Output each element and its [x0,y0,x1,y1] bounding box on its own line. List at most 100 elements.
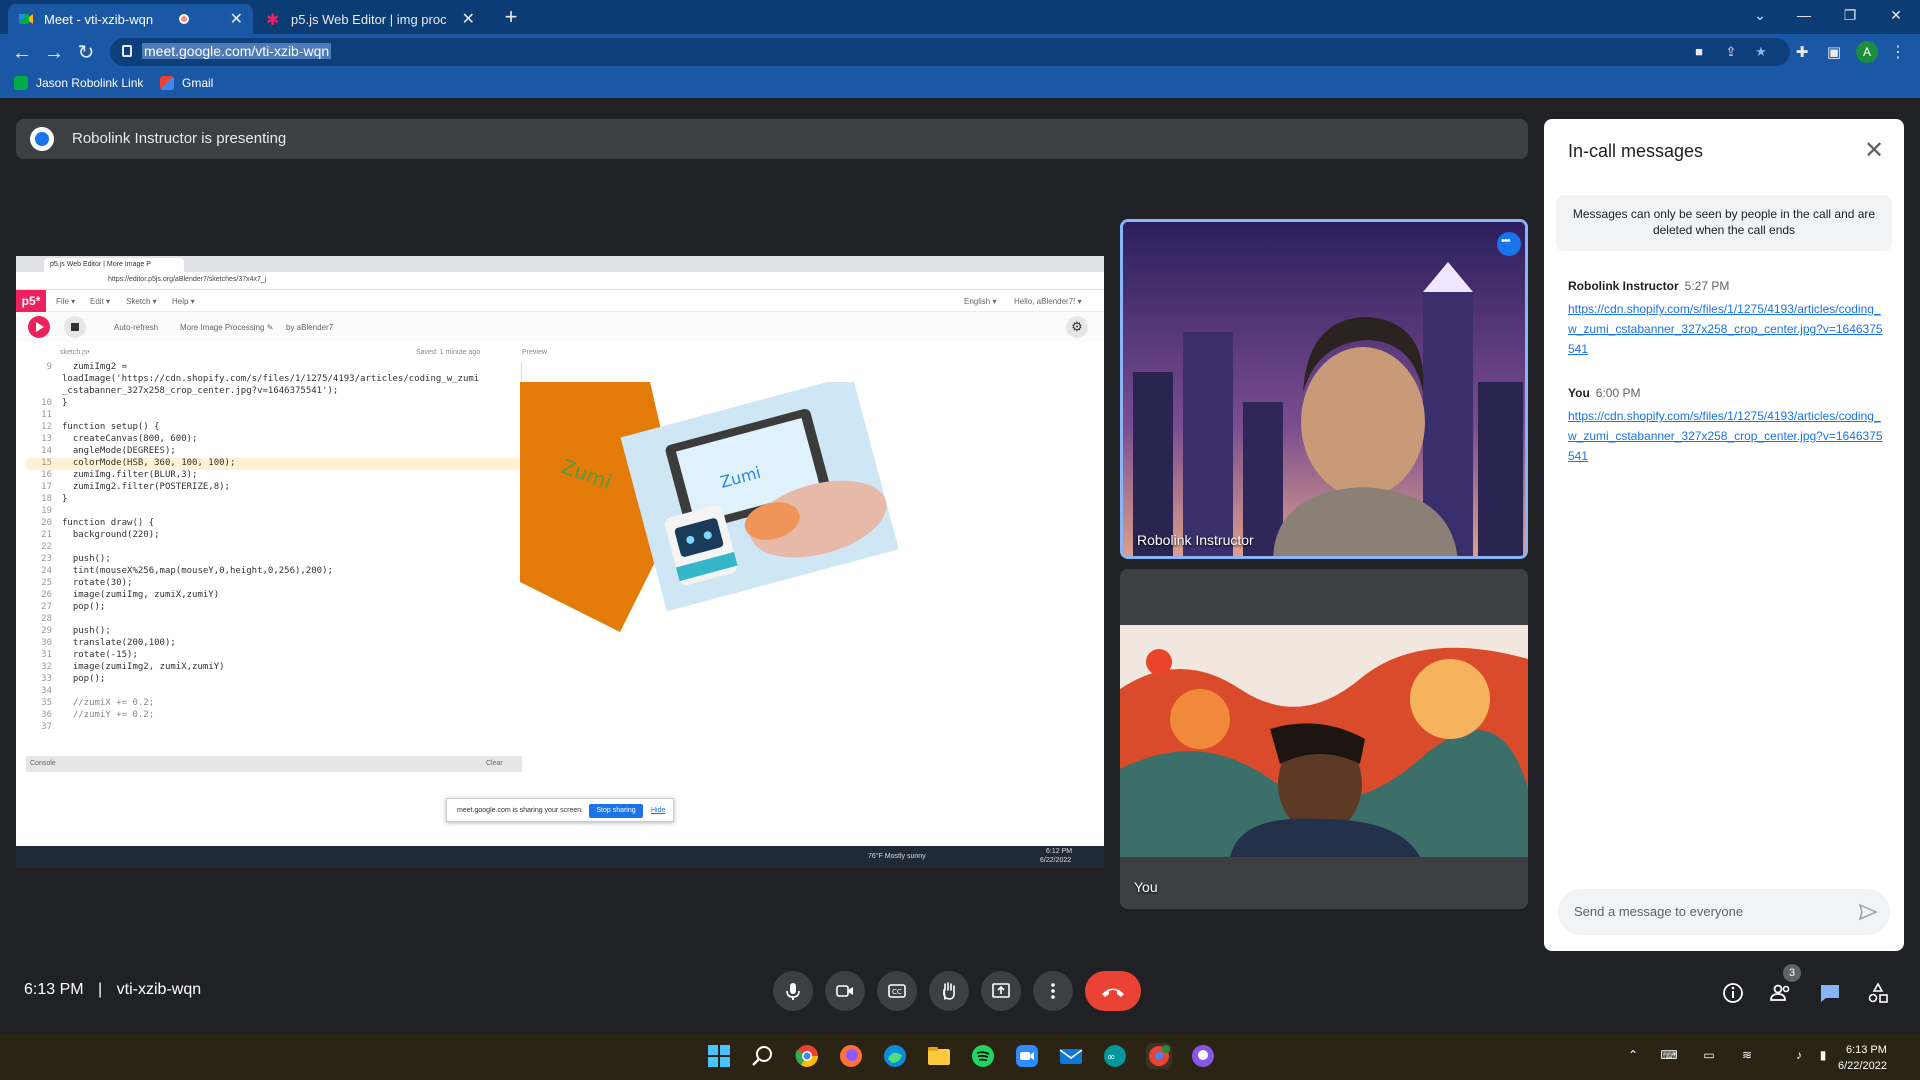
chrome-profile-icon[interactable] [1146,1043,1172,1069]
spotify-icon[interactable] [970,1043,996,1069]
close-tab-icon[interactable]: ✕ [462,9,475,29]
mic-tray-icon[interactable] [1736,1048,1754,1064]
code-text: pop(); [62,602,106,612]
zoom-icon[interactable] [1014,1043,1040,1069]
camera-icon[interactable]: ■ [1690,44,1708,60]
github-icon[interactable] [1190,1043,1216,1069]
raise-hand-button[interactable] [929,971,969,1011]
p5-toolbar: Auto-refresh More Image Processing ✎ by … [16,312,1104,342]
message-link[interactable]: https://cdn.shopify.com/s/files/1/1275/4… [1568,299,1888,359]
side-panel-icon[interactable]: ▣ [1822,41,1846,65]
speaking-indicator-icon [1497,232,1521,256]
line-number: 36 [41,710,52,720]
menu-sketch: Sketch ▾ [126,297,157,306]
code-text: angleMode(DEGREES); [62,446,176,456]
code-line: 18} [26,494,521,506]
line-number: 12 [41,422,52,432]
close-chat-icon[interactable]: ✕ [1860,137,1888,165]
meeting-info-icon[interactable] [1721,981,1745,1005]
code-line: 22 [26,542,521,554]
people-icon[interactable] [1769,981,1793,1005]
code-text: translate(200,100); [62,638,176,648]
message-time: 5:27 PM [1684,279,1730,293]
code-line: 23 push(); [26,554,521,566]
presenting-banner: Robolink Instructor is presenting [16,119,1528,159]
edge-icon[interactable] [882,1043,908,1069]
console-clear: Clear [486,760,503,767]
line-number: 22 [41,542,52,552]
code-line: 26 image(zumiImg, zumiX,zumiY) [26,590,521,602]
message-sender: You [1568,386,1590,400]
code-line: 10} [26,398,521,410]
console-bar: Console Clear [26,756,522,772]
p5-menubar: p5* File ▾ Edit ▾ Sketch ▾ Help ▾ Englis… [16,290,1104,312]
close-window-button[interactable]: ✕ [1876,4,1916,26]
arduino-icon[interactable]: ∞ [1102,1043,1128,1069]
captions-button[interactable]: CC [877,971,917,1011]
chevron-up-icon[interactable]: ⌃ [1624,1048,1642,1064]
search-icon[interactable] [750,1043,776,1069]
display-icon[interactable]: ▭ [1700,1048,1718,1064]
presenting-text: Robolink Instructor is presenting [72,130,287,147]
line-number: 29 [41,626,52,636]
code-text: push(); [62,626,111,636]
profile-avatar[interactable]: A [1856,41,1878,63]
chat-icon[interactable] [1818,981,1842,1005]
kebab-menu-icon[interactable]: ⋮ [1886,41,1910,65]
code-line: _cstabanner_327x258_crop_center.jpg?v=16… [26,386,521,398]
forward-arrow-icon[interactable]: → [42,41,66,65]
message-link[interactable]: https://cdn.shopify.com/s/files/1/1275/4… [1568,406,1888,466]
present-screen-button[interactable] [981,971,1021,1011]
activities-icon[interactable] [1866,981,1890,1005]
volume-icon[interactable]: ♪ [1790,1048,1808,1064]
more-options-button[interactable] [1033,971,1073,1011]
line-number: 21 [41,530,52,540]
stop-sharing-button: Stop sharing [589,804,643,818]
restore-button[interactable]: ❐ [1830,4,1870,26]
code-line: 13 createCanvas(800, 600); [26,434,521,446]
sketch-preview: Zumi Zumi [520,375,1020,762]
battery-icon[interactable]: ▮ [1814,1048,1832,1064]
shared-address-bar: https://editor.p5js.org/aBlender7/sketch… [16,272,1104,290]
meeting-details[interactable]: 6:13 PM | vti-xzib-wqn [24,981,201,999]
bookmark-jason-robolink[interactable]: Jason Robolink Link [14,76,143,90]
tab-p5js[interactable]: ✱ p5.js Web Editor | img proc ✕ [255,4,485,34]
chat-message-input[interactable]: Send a message to everyone [1558,889,1890,935]
code-text: tint(mouseX%256,map(mouseY,0,height,0,25… [62,566,333,576]
firefox-icon[interactable] [838,1043,864,1069]
minimize-button[interactable]: — [1784,4,1824,26]
leave-call-button[interactable] [1085,971,1141,1011]
tab-meet[interactable]: Meet - vti-xzib-wqn ✕ [8,4,253,34]
participant-tile-instructor[interactable]: Robolink Instructor [1120,219,1528,559]
browser-tab-strip: Meet - vti-xzib-wqn ✕ ✱ p5.js Web Editor… [0,0,1920,34]
mail-icon[interactable] [1058,1043,1084,1069]
console-label: Console [30,760,56,767]
bookmark-star-icon[interactable]: ★ [1752,44,1770,60]
back-arrow-icon[interactable]: ← [10,41,34,65]
chat-message: You 6:00 PM https://cdn.shopify.com/s/fil… [1568,386,1888,466]
keyboard-icon[interactable]: ⌨ [1660,1048,1678,1064]
extensions-puzzle-icon[interactable]: ✚ [1790,41,1814,65]
send-icon[interactable] [1858,902,1878,922]
meeting-time: 6:13 PM [24,981,84,998]
share-icon[interactable]: ⇪ [1722,44,1740,60]
chrome-icon[interactable] [794,1043,820,1069]
participant-tile-you[interactable]: You [1120,569,1528,909]
menu-edit: Edit ▾ [90,297,111,306]
windows-start-icon[interactable] [706,1043,732,1069]
robolink-logo [30,127,54,151]
lock-icon [122,45,132,57]
camera-button[interactable] [825,971,865,1011]
address-bar[interactable]: meet.google.com/vti-xzib-wqn ■ ⇪ ★ [110,38,1790,66]
reload-icon[interactable]: ↻ [74,41,98,65]
sketch-author: by aBlender7 [286,323,334,332]
bookmark-gmail[interactable]: Gmail [160,76,213,90]
close-tab-icon[interactable]: ✕ [230,9,243,29]
new-tab-button[interactable]: + [498,4,524,30]
file-explorer-icon[interactable] [926,1043,952,1069]
tab-search-icon[interactable]: ⌄ [1740,4,1780,26]
url-text[interactable]: meet.google.com/vti-xzib-wqn [142,43,332,59]
taskbar-clock[interactable]: 6:13 PM 6/22/2022 [1838,1042,1887,1074]
microphone-button[interactable] [773,971,813,1011]
in-call-messages-panel: In-call messages ✕ Messages can only be … [1544,119,1904,951]
